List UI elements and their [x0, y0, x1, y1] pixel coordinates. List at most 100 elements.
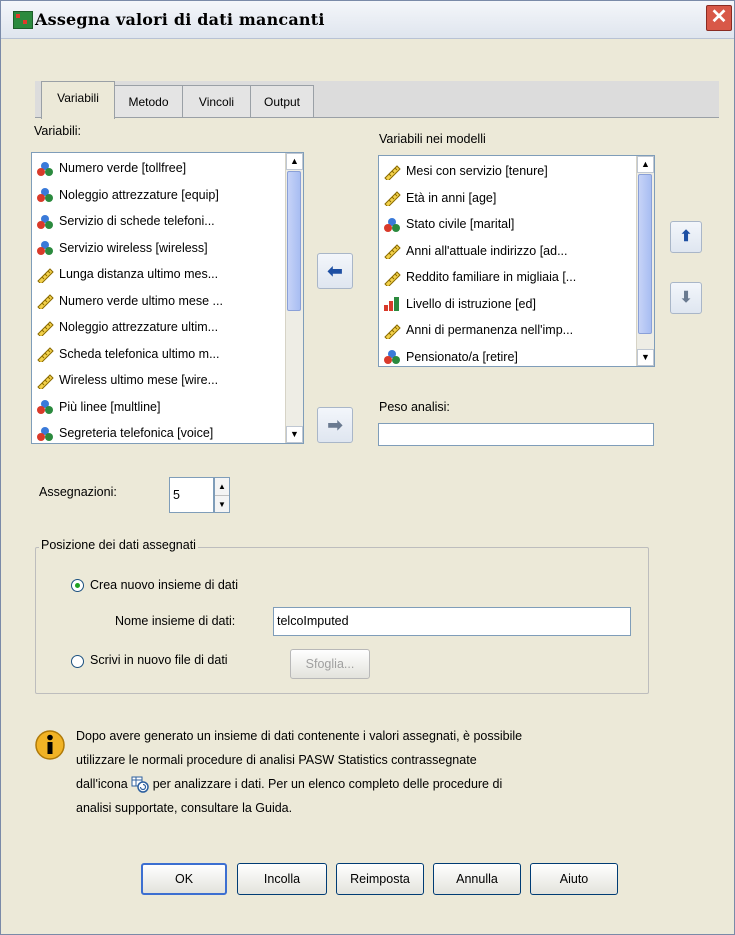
nominal-icon — [383, 349, 401, 365]
arrow-left-icon: ⬅ — [327, 261, 343, 281]
scale-icon — [383, 270, 401, 288]
radio-new-dataset[interactable] — [71, 579, 84, 592]
list-item[interactable]: Pensionato/a [retire] — [383, 346, 518, 367]
nominal-icon — [36, 426, 54, 442]
list-item[interactable]: Più linee [multline] — [36, 396, 160, 418]
nominal-icon — [36, 161, 54, 177]
window-title: Assegna valori di dati mancanti — [35, 10, 325, 29]
model-variables-label: Variabili nei modelli — [379, 132, 486, 146]
variables-listbox[interactable]: Numero verde [tollfree] Noleggio attrezza… — [31, 152, 304, 444]
list-item[interactable]: Segreteria telefonica [voice] — [36, 422, 213, 443]
list-item-label: Anni all'attuale indirizzo [ad... — [406, 243, 568, 258]
group-title: Posizione dei dati assegnati — [39, 538, 198, 552]
tab-vincoli[interactable]: Vincoli — [182, 85, 251, 118]
spin-up-icon[interactable]: ▲ — [215, 478, 229, 496]
scale-icon — [383, 243, 401, 261]
dialog-window: Assegna valori di dati mancanti ✕ Variab… — [0, 0, 735, 935]
ok-button[interactable]: OK — [141, 863, 227, 895]
list-item[interactable]: Servizio wireless [wireless] — [36, 237, 208, 259]
list-item-label: Wireless ultimo mese [wire... — [59, 373, 219, 387]
spin-down-icon[interactable]: ▼ — [215, 496, 229, 513]
list-item-label: Livello di istruzione [ed] — [406, 296, 536, 311]
list-item-label: Reddito familiare in migliaia [... — [406, 270, 577, 284]
scale-icon — [36, 293, 54, 311]
list-item-label: Servizio wireless [wireless] — [59, 240, 208, 255]
info-line-1: Dopo avere generato un insieme di dati c… — [76, 729, 523, 743]
nominal-icon — [383, 217, 401, 233]
scroll-down-icon[interactable]: ▼ — [286, 426, 303, 443]
reset-button[interactable]: Reimposta — [336, 863, 424, 895]
info-line-3-pre: dall'icona — [76, 777, 128, 791]
nominal-icon — [36, 214, 54, 230]
scroll-up-icon[interactable]: ▲ — [637, 156, 654, 173]
list-item[interactable]: Anni all'attuale indirizzo [ad... — [383, 240, 568, 262]
list-item-label: Numero verde ultimo mese ... — [59, 293, 223, 308]
scale-icon — [36, 346, 54, 364]
dataset-name-label: Nome insieme di dati: — [115, 614, 236, 628]
list-item[interactable]: Anni di permanenza nell'imp... — [383, 319, 573, 341]
list-item[interactable]: Reddito familiare in migliaia [... — [383, 266, 576, 288]
title-bar[interactable]: Assegna valori di dati mancanti ✕ — [1, 1, 734, 39]
scroll-down-icon[interactable]: ▼ — [637, 349, 654, 366]
move-to-weight-button[interactable]: ➡ — [317, 407, 353, 443]
list-item[interactable]: Mesi con servizio [tenure] — [383, 160, 548, 182]
list-item[interactable]: Livello di istruzione [ed] — [383, 293, 536, 315]
list-item[interactable]: Scheda telefonica ultimo m... — [36, 343, 220, 365]
move-up-button[interactable]: ⬆ — [670, 221, 702, 253]
info-text: Dopo avere generato un insieme di dati c… — [76, 724, 686, 820]
info-line-3-post: per analizzare i dati. Per un elenco com… — [152, 777, 503, 791]
weight-field[interactable] — [378, 423, 654, 446]
close-button[interactable]: ✕ — [706, 5, 732, 31]
radio-new-dataset-label: Crea nuovo insieme di dati — [90, 578, 238, 592]
dataset-name-field[interactable]: telcoImputed — [273, 607, 631, 636]
list-item[interactable]: Lunga distanza ultimo mes... — [36, 263, 218, 285]
nominal-icon — [36, 240, 54, 256]
list-item[interactable]: Numero verde ultimo mese ... — [36, 290, 223, 312]
list-item-label: Numero verde [tollfree] — [59, 161, 187, 175]
imputations-field[interactable]: 5 — [169, 477, 214, 513]
list-item-label: Servizio di schede telefoni... — [59, 214, 215, 228]
list-item-label: Età in anni [age] — [406, 190, 497, 205]
list-item[interactable]: Noleggio attrezzature [equip] — [36, 184, 219, 206]
list-item-label: Mesi con servizio [tenure] — [406, 164, 548, 178]
list-item[interactable]: Noleggio attrezzature ultim... — [36, 316, 218, 338]
list-item[interactable]: Wireless ultimo mese [wire... — [36, 369, 218, 391]
move-to-model-button[interactable]: ⬅ — [317, 253, 353, 289]
move-down-button[interactable]: ⬇ — [670, 282, 702, 314]
imputations-spinner[interactable]: ▲ ▼ — [214, 477, 230, 513]
scroll-thumb[interactable] — [638, 174, 652, 334]
radio-new-file-label: Scrivi in nuovo file di dati — [90, 653, 228, 667]
radio-new-file[interactable] — [71, 655, 84, 668]
tab-metodo[interactable]: Metodo — [114, 85, 183, 118]
scroll-up-icon[interactable]: ▲ — [286, 153, 303, 170]
list-item-label: Anni di permanenza nell'imp... — [406, 323, 574, 337]
nominal-icon — [36, 399, 54, 415]
arrow-up-icon: ⬆ — [679, 228, 693, 245]
list-item-label: Scheda telefonica ultimo m... — [59, 346, 220, 361]
list-item[interactable]: Età in anni [age] — [383, 187, 496, 209]
variables-scrollbar[interactable]: ▲ ▼ — [285, 153, 303, 443]
list-item-label: Stato civile [marital] — [406, 217, 515, 231]
help-button[interactable]: Aiuto — [530, 863, 618, 895]
model-scrollbar[interactable]: ▲ ▼ — [636, 156, 654, 366]
scroll-thumb[interactable] — [287, 171, 301, 311]
model-variables-listbox[interactable]: Mesi con servizio [tenure] Età in anni [a… — [378, 155, 655, 367]
info-icon — [35, 729, 65, 761]
scale-icon — [383, 164, 401, 182]
list-item-label: Noleggio attrezzature ultim... — [59, 320, 219, 334]
tab-variabili[interactable]: Variabili — [41, 81, 115, 119]
weight-label: Peso analisi: — [379, 400, 450, 414]
list-item[interactable]: Numero verde [tollfree] — [36, 157, 186, 179]
imputed-data-icon — [131, 776, 149, 793]
browse-button[interactable]: Sfoglia... — [290, 649, 370, 679]
tab-divider — [35, 117, 719, 118]
list-item[interactable]: Servizio di schede telefoni... — [36, 210, 215, 232]
scale-icon — [383, 190, 401, 208]
tab-output[interactable]: Output — [250, 85, 314, 118]
list-item[interactable]: Stato civile [marital] — [383, 213, 514, 235]
list-item-label: Più linee [multline] — [59, 399, 161, 414]
nominal-icon — [36, 187, 54, 203]
paste-button[interactable]: Incolla — [237, 863, 327, 895]
imputations-label: Assegnazioni: — [39, 485, 117, 499]
cancel-button[interactable]: Annulla — [433, 863, 521, 895]
